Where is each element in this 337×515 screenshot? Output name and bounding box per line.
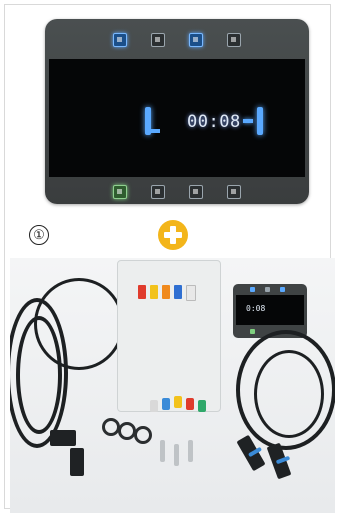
end-arrow-icon: [243, 119, 253, 123]
menu-icon: [151, 33, 165, 47]
control-panel-image: 00:08: [45, 19, 309, 204]
start-bar-foot-icon: [151, 129, 160, 133]
mini-icon: [280, 287, 285, 292]
cable-coil: [254, 350, 324, 438]
terminal: [186, 398, 194, 410]
mini-readout: 0:08: [246, 304, 266, 313]
product-card: 00:08 ① 0:08: [4, 4, 335, 513]
step-number: ①: [29, 225, 49, 245]
clip: [118, 422, 136, 440]
screw: [174, 444, 179, 466]
clip: [134, 426, 152, 444]
fuse: [150, 285, 158, 299]
screw: [160, 440, 165, 462]
fuse: [162, 285, 170, 299]
connector: [70, 448, 84, 476]
plus-icon: [158, 220, 188, 250]
mini-icon: [250, 329, 255, 334]
alert-icon: [227, 185, 241, 199]
timer-readout: 00:08: [187, 112, 241, 132]
junction-box: [117, 260, 221, 412]
mini-control-panel: 0:08: [233, 284, 307, 338]
terminal: [174, 396, 182, 408]
tray-icon: [189, 185, 203, 199]
display-readout: 00:08: [45, 107, 309, 141]
fuse: [138, 285, 146, 299]
inbox-icon: [151, 185, 165, 199]
terminal: [198, 400, 206, 412]
power-icon: [113, 33, 127, 47]
check-icon: [113, 185, 127, 199]
terminal: [162, 398, 170, 410]
connector: [50, 430, 76, 446]
bottom-icon-row: [45, 185, 309, 199]
mini-icon: [265, 287, 270, 292]
kit-photo: 0:08: [10, 258, 335, 513]
flag-icon: [189, 33, 203, 47]
cable-coil: [34, 278, 124, 370]
top-icon-row: [45, 33, 309, 47]
image-icon: [227, 33, 241, 47]
fuse: [174, 285, 182, 299]
terminal: [150, 400, 158, 412]
screw: [188, 440, 193, 462]
clip: [102, 418, 120, 436]
mini-icon: [250, 287, 255, 292]
end-bar-icon: [257, 107, 263, 135]
mini-display: 0:08: [236, 295, 304, 325]
fuse: [186, 285, 196, 301]
